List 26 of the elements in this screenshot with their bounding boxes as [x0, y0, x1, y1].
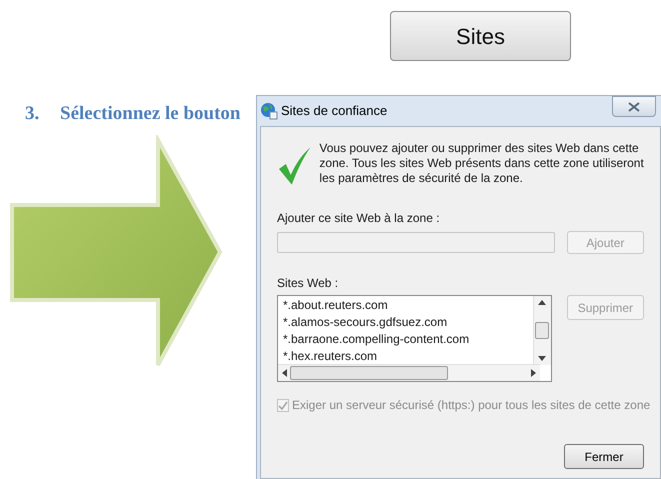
- heading: Sélectionnez le bouton: [60, 102, 240, 126]
- close-dialog-button[interactable]: Fermer: [564, 444, 644, 469]
- window-title: Sites de confiance: [281, 102, 388, 120]
- list-label: Sites Web :: [277, 275, 340, 292]
- scroll-thumb[interactable]: [290, 366, 448, 380]
- sites-button[interactable]: Sites: [390, 11, 571, 61]
- horizontal-scrollbar[interactable]: [278, 364, 540, 381]
- list-item[interactable]: *.barraone.compelling-content.com: [283, 331, 470, 348]
- scroll-right-icon[interactable]: [531, 369, 536, 377]
- checkbox-label: Exiger un serveur sécurisé (https:) pour tous les sites de cette zone: [292, 397, 650, 414]
- list-item[interactable]: *.hex.reuters.com: [283, 348, 378, 365]
- step-number: 3.: [25, 102, 40, 126]
- close-icon: [627, 102, 641, 112]
- scroll-thumb[interactable]: [535, 322, 550, 339]
- scroll-up-icon[interactable]: [538, 300, 546, 305]
- scroll-left-icon[interactable]: [282, 369, 287, 377]
- checkmark-icon: [277, 145, 312, 187]
- info-message: Vous pouvez ajouter ou supprimer des sites Web dans cette zone. Tous les sites Web présents dans cette zone utiliseront les paramètres de sécurité de la zone.: [319, 141, 644, 186]
- vertical-scrollbar[interactable]: [532, 296, 551, 365]
- globe-icon: [260, 102, 278, 120]
- site-input-field[interactable]: [277, 232, 555, 253]
- list-item[interactable]: *.about.reuters.com: [283, 297, 388, 314]
- scroll-down-icon[interactable]: [538, 356, 546, 361]
- field-label: Ajouter ce site Web à la zone :: [277, 210, 441, 227]
- close-button[interactable]: [612, 96, 656, 117]
- list-item[interactable]: *.alamos-secours.gdfsuez.com: [283, 314, 448, 331]
